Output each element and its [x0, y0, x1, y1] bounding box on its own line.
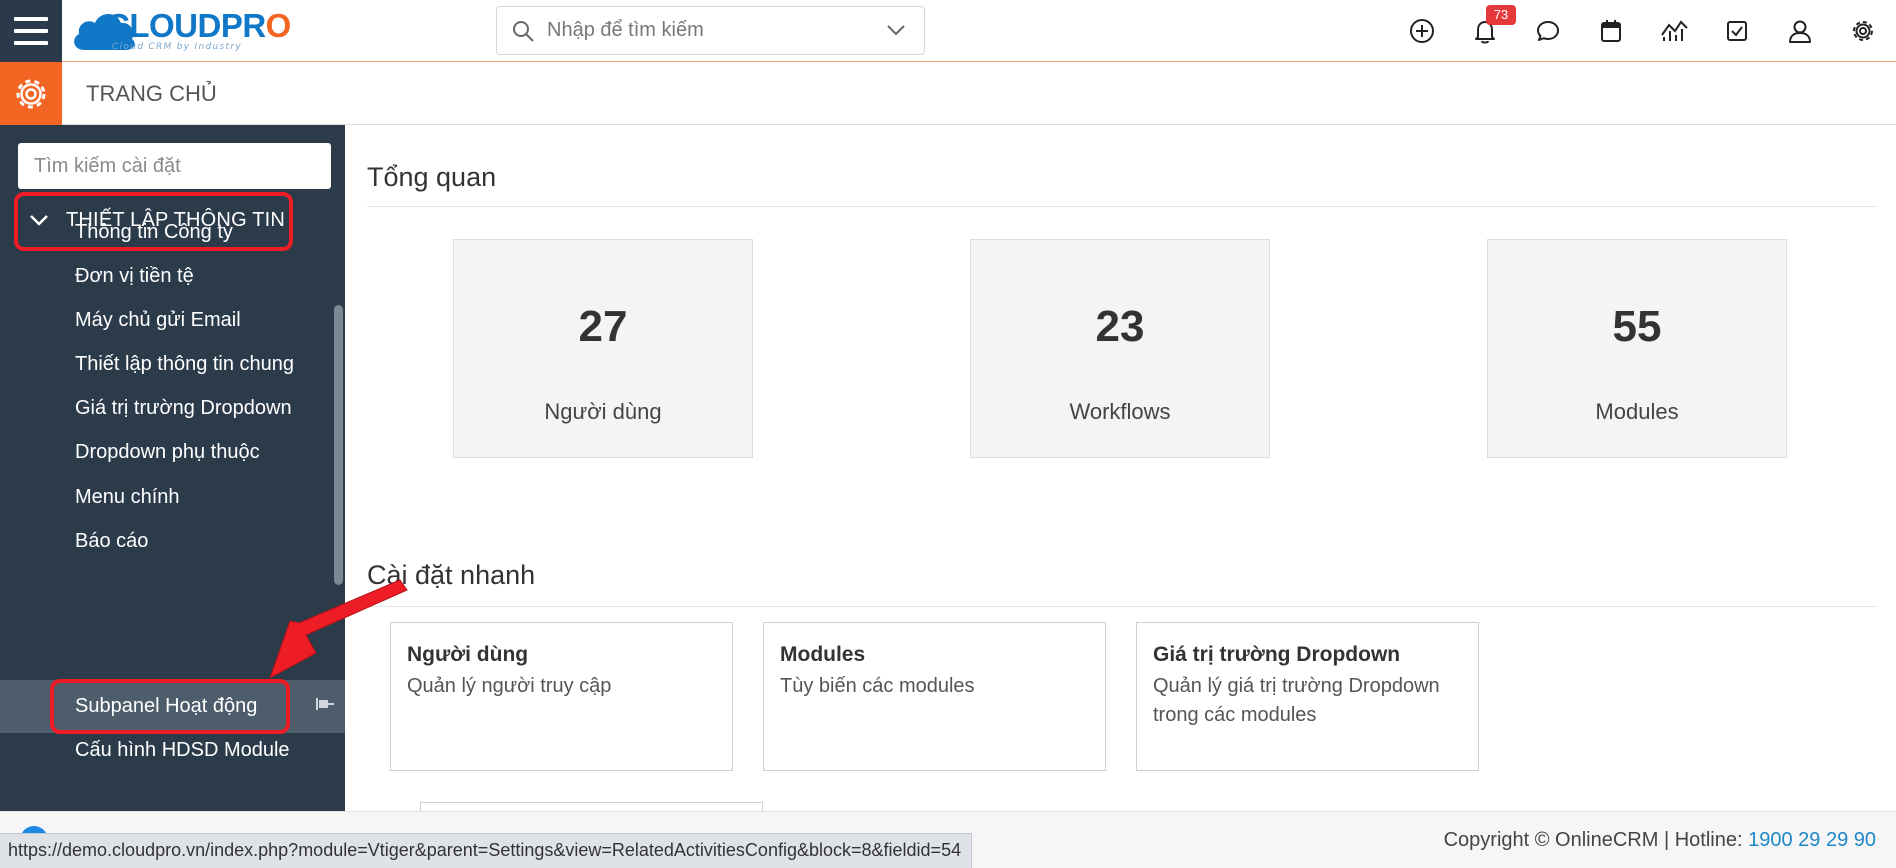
hamburger-menu-button[interactable] — [0, 0, 62, 62]
quick-link-title: Giá trị trường Dropdown — [1153, 643, 1401, 666]
cloudpro-logo[interactable]: CLOUDPRO Cloud CRM by Industry — [70, 2, 300, 58]
page-header: TRANG CHỦ — [0, 62, 1896, 125]
hamburger-line — [14, 17, 48, 21]
chat-button[interactable] — [1532, 15, 1564, 47]
stat-value: 27 — [578, 302, 628, 351]
sidebar-item-don-vi-tien-te[interactable]: Đơn vị tiền tệ — [75, 265, 194, 288]
user-icon — [1789, 20, 1811, 43]
quick-link-description: Tùy biến các modules — [780, 675, 975, 697]
divider — [367, 606, 1878, 607]
search-icon — [513, 21, 534, 42]
sidebar-item-dropdown-phu-thuoc[interactable]: Dropdown phụ thuộc — [75, 441, 260, 464]
stat-value: 23 — [1095, 302, 1145, 351]
sidebar-item-bao-cao[interactable]: Báo cáo — [75, 530, 148, 553]
quick-settings-title: Cài đặt nhanh — [367, 560, 536, 590]
settings-sidebar: THIẾT LẬP THÔNG TIN Thông tin Công ty Đơ… — [0, 125, 345, 811]
browser-status-url: https://demo.cloudpro.vn/index.php?modul… — [0, 833, 973, 868]
quick-link-modules[interactable]: Modules Tùy biến các modules — [763, 622, 1106, 771]
stat-card-users[interactable]: 27 Người dùng — [453, 239, 753, 458]
plus-circle-icon — [1410, 19, 1434, 43]
calendar-icon — [1601, 20, 1621, 42]
settings-home-button[interactable] — [0, 62, 62, 125]
quick-link-description: Quản lý người truy cập — [407, 675, 612, 697]
copyright-text: Copyright © OnlineCRM | Hotline: — [1443, 829, 1749, 851]
tasks-button[interactable] — [1721, 15, 1753, 47]
overview-title: Tổng quan — [367, 162, 497, 192]
sidebar-item-subpanel-hoat-dong[interactable]: Subpanel Hoạt động — [75, 695, 257, 718]
stat-value: 55 — [1612, 302, 1662, 351]
global-search[interactable] — [496, 6, 925, 55]
sidebar-item-gia-tri-truong-dropdown[interactable]: Giá trị trường Dropdown — [75, 397, 292, 420]
sidebar-scrollbar[interactable] — [334, 305, 343, 585]
gear-icon — [16, 79, 46, 108]
settings-dashboard: Tổng quan 27 Người dùng 23 Workflows 55 … — [345, 125, 1896, 822]
sidebar-item-thiet-lap-thong-tin-chung[interactable]: Thiết lập thông tin chung — [75, 353, 294, 376]
quick-link-users[interactable]: Người dùng Quản lý người truy cập — [390, 622, 733, 771]
quick-link-title: Modules — [780, 643, 866, 666]
stat-card-workflows[interactable]: 23 Workflows — [970, 239, 1270, 458]
quick-link-dropdown-values[interactable]: Giá trị trường Dropdown Quản lý giá trị … — [1136, 622, 1479, 771]
pin-icon[interactable] — [313, 696, 335, 712]
sidebar-item-cau-hinh-hdsd-module[interactable]: Cấu hình HDSD Module — [75, 739, 290, 762]
stat-card-modules[interactable]: 55 Modules — [1487, 239, 1787, 458]
top-navbar: CLOUDPRO Cloud CRM by Industry 73 — [0, 0, 1896, 62]
global-search-input[interactable] — [547, 7, 877, 54]
stat-label: Workflows — [1069, 399, 1171, 424]
hotline-link[interactable]: 1900 29 29 90 — [1748, 829, 1876, 851]
stat-label: Modules — [1595, 399, 1679, 424]
hamburger-line — [14, 29, 48, 33]
chart-line-icon — [1661, 20, 1688, 41]
quick-link-title: Người dùng — [407, 643, 529, 666]
chevron-down-icon[interactable] — [886, 23, 906, 37]
footer-copyright: Copyright © OnlineCRM | Hotline: 1900 29… — [1444, 829, 1876, 852]
logo-tagline: Cloud CRM by Industry — [112, 42, 242, 52]
sidebar-item-thong-tin-cong-ty[interactable]: Thông tin Công ty — [75, 221, 233, 244]
hamburger-line — [14, 41, 48, 45]
chevron-down-icon — [30, 215, 48, 226]
quick-link-description: Quản lý giá trị trường Dropdown trong cá… — [1153, 675, 1440, 726]
user-profile-button[interactable] — [1784, 15, 1816, 47]
divider — [367, 206, 1878, 207]
notification-count-badge: 73 — [1486, 5, 1516, 25]
sidebar-item-menu-chinh[interactable]: Menu chính — [75, 486, 180, 509]
settings-search-input[interactable] — [18, 143, 331, 189]
gear-icon — [1853, 21, 1873, 41]
stat-label: Người dùng — [544, 399, 662, 424]
calendar-button[interactable] — [1595, 15, 1627, 47]
sidebar-item-may-chu-gui-email[interactable]: Máy chủ gửi Email — [75, 309, 241, 332]
settings-button[interactable] — [1847, 15, 1879, 47]
checkbox-icon — [1727, 21, 1747, 41]
chat-bubble-icon — [1537, 21, 1559, 41]
reports-button[interactable] — [1658, 15, 1690, 47]
logo-wordmark: CLOUDPRO — [106, 7, 291, 44]
page-title: TRANG CHỦ — [86, 81, 217, 106]
add-record-button[interactable] — [1406, 15, 1438, 47]
